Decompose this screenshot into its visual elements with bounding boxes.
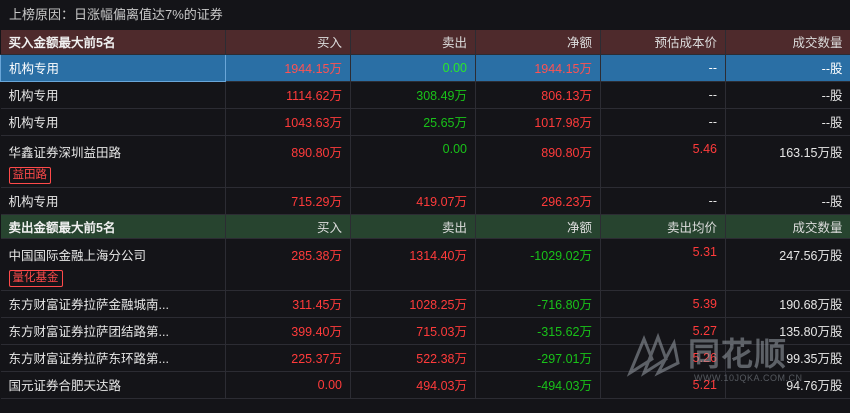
net-amount: -716.80万 (475, 290, 601, 318)
buy-amount: 225.37万 (225, 344, 351, 372)
volume: --股 (725, 187, 850, 215)
sell-amount: 715.03万 (350, 317, 476, 345)
buy-amount: 285.38万 (225, 238, 351, 291)
avg-sell-price: 5.27 (600, 317, 726, 345)
broker-name[interactable]: 机构专用 (0, 81, 226, 109)
table-row[interactable]: 机构专用 715.29万 419.07万 296.23万 -- --股 (0, 187, 850, 215)
sell-section-title: 卖出金额最大前5名 (0, 214, 226, 239)
broker-name[interactable]: 华鑫证券深圳益田路 (9, 142, 218, 161)
broker-name[interactable]: 机构专用 (0, 53, 226, 82)
buy-amount: 715.29万 (225, 187, 351, 215)
avg-sell-price: 5.26 (600, 344, 726, 372)
volume: 94.76万股 (725, 371, 850, 399)
col-header-cost-price: 预估成本价 (600, 30, 726, 55)
volume: 247.56万股 (725, 238, 850, 291)
buy-amount: 1043.63万 (225, 108, 351, 136)
buy-amount: 311.45万 (225, 290, 351, 318)
col-header-volume: 成交数量 (725, 214, 850, 239)
buy-amount: 399.40万 (225, 317, 351, 345)
table-row[interactable]: 国元证券合肥天达路 0.00 494.03万 -494.03万 5.21 94.… (0, 371, 850, 399)
table-row[interactable]: 机构专用 1944.15万 0.00 1944.15万 -- --股 (0, 53, 850, 82)
buy-amount: 1944.15万 (225, 54, 351, 82)
broker-name[interactable]: 中国国际金融上海分公司 (9, 245, 218, 264)
table-row[interactable]: 机构专用 1043.63万 25.65万 1017.98万 -- --股 (0, 108, 850, 136)
sell-amount: 419.07万 (350, 187, 476, 215)
col-header-sell: 卖出 (350, 214, 476, 239)
avg-sell-price: 5.21 (600, 371, 726, 399)
listing-reason: 上榜原因：日涨幅偏离值达7%的证券 (0, 0, 850, 30)
cost-price: -- (600, 187, 726, 215)
sell-amount: 0.00 (350, 135, 476, 188)
volume: --股 (725, 54, 850, 82)
net-amount: 1944.15万 (475, 54, 601, 82)
col-header-sell: 卖出 (350, 30, 476, 55)
broker-name[interactable]: 东方财富证券拉萨东环路第... (0, 344, 226, 372)
net-amount: 1017.98万 (475, 108, 601, 136)
table-row[interactable]: 东方财富证券拉萨金融城南... 311.45万 1028.25万 -716.80… (0, 290, 850, 318)
sell-amount: 522.38万 (350, 344, 476, 372)
buy-amount: 1114.62万 (225, 81, 351, 109)
net-amount: 296.23万 (475, 187, 601, 215)
table-row[interactable]: 华鑫证券深圳益田路 益田路 890.80万 0.00 890.80万 5.46 … (0, 135, 850, 188)
cost-price: -- (600, 81, 726, 109)
buy-section-header: 买入金额最大前5名 买入 卖出 净额 预估成本价 成交数量 (0, 30, 850, 55)
table-row[interactable]: 机构专用 1114.62万 308.49万 806.13万 -- --股 (0, 81, 850, 109)
sell-amount: 1314.40万 (350, 238, 476, 291)
broker-name[interactable]: 东方财富证券拉萨团结路第... (0, 317, 226, 345)
net-amount: -494.03万 (475, 371, 601, 399)
buy-section-title: 买入金额最大前5名 (0, 30, 226, 55)
col-header-net: 净额 (475, 30, 601, 55)
sell-amount: 0.00 (350, 54, 476, 82)
volume: 135.80万股 (725, 317, 850, 345)
net-amount: -315.62万 (475, 317, 601, 345)
broker-name[interactable]: 机构专用 (0, 108, 226, 136)
buy-amount: 0.00 (225, 371, 351, 399)
col-header-buy: 买入 (225, 30, 351, 55)
broker-name[interactable]: 东方财富证券拉萨金融城南... (0, 290, 226, 318)
col-header-buy: 买入 (225, 214, 351, 239)
broker-tag-badge[interactable]: 益田路 (8, 166, 51, 184)
net-amount: 890.80万 (475, 135, 601, 188)
sell-amount: 1028.25万 (350, 290, 476, 318)
col-header-net: 净额 (475, 214, 601, 239)
sell-amount: 25.65万 (350, 108, 476, 136)
broker-tag-badge[interactable]: 量化基金 (8, 269, 63, 287)
broker-cell[interactable]: 中国国际金融上海分公司 量化基金 (0, 238, 226, 291)
avg-sell-price: 5.39 (600, 290, 726, 318)
sell-amount: 308.49万 (350, 81, 476, 109)
net-amount: -297.01万 (475, 344, 601, 372)
net-amount: -1029.02万 (475, 238, 601, 291)
volume: 99.35万股 (725, 344, 850, 372)
volume: 163.15万股 (725, 135, 850, 188)
volume: --股 (725, 81, 850, 109)
table-row[interactable]: 东方财富证券拉萨东环路第... 225.37万 522.38万 -297.01万… (0, 344, 850, 372)
col-header-volume: 成交数量 (725, 30, 850, 55)
cost-price: -- (600, 108, 726, 136)
buy-amount: 890.80万 (225, 135, 351, 188)
sell-section-header: 卖出金额最大前5名 买入 卖出 净额 卖出均价 成交数量 (0, 214, 850, 239)
table-row[interactable]: 中国国际金融上海分公司 量化基金 285.38万 1314.40万 -1029.… (0, 238, 850, 291)
avg-sell-price: 5.31 (600, 238, 726, 291)
cost-price: 5.46 (600, 135, 726, 188)
volume: 190.68万股 (725, 290, 850, 318)
broker-name[interactable]: 机构专用 (0, 187, 226, 215)
col-header-avg-sell-price: 卖出均价 (600, 214, 726, 239)
sell-amount: 494.03万 (350, 371, 476, 399)
broker-cell[interactable]: 华鑫证券深圳益田路 益田路 (0, 135, 226, 188)
volume: --股 (725, 108, 850, 136)
cost-price: -- (600, 54, 726, 82)
dragon-tiger-table: 买入金额最大前5名 买入 卖出 净额 预估成本价 成交数量 机构专用 1944.… (0, 30, 850, 399)
broker-name[interactable]: 国元证券合肥天达路 (0, 371, 226, 399)
table-row[interactable]: 东方财富证券拉萨团结路第... 399.40万 715.03万 -315.62万… (0, 317, 850, 345)
net-amount: 806.13万 (475, 81, 601, 109)
